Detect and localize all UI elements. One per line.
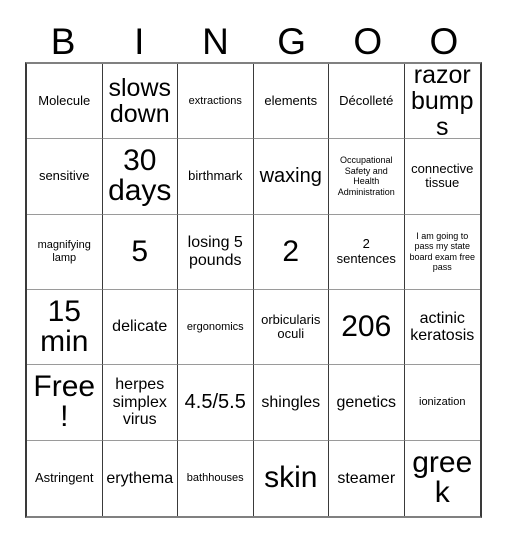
bingo-cell-r5-c5[interactable]: genetics: [329, 365, 405, 441]
bingo-cell-label: connective tissue: [411, 160, 474, 191]
bingo-cell-label: elements: [264, 92, 318, 108]
bingo-cell-label: herpes simplex virus: [112, 376, 167, 429]
bingo-cell-r4-c5[interactable]: 206: [329, 290, 405, 366]
bingo-cell-r4-c2[interactable]: delicate: [102, 290, 178, 366]
bingo-cell-r1-c5[interactable]: Décolleté: [329, 64, 405, 140]
bingo-header-letter-4: O: [353, 21, 383, 62]
bingo-cell-r6-c2[interactable]: erythema: [102, 440, 178, 516]
bingo-cell-label: waxing: [259, 164, 322, 187]
bingo-cell-r1-c6[interactable]: razor bumps: [404, 64, 480, 140]
bingo-cell-label: Occupational Safety and Health Administr…: [337, 155, 395, 198]
bingo-cell-label: ergonomics: [186, 320, 244, 333]
bingo-cell-r2-c2[interactable]: 30 days: [102, 139, 178, 215]
bingo-cell-r3-c2[interactable]: 5: [102, 214, 178, 290]
bingo-cell-r1-c2[interactable]: slows down: [102, 64, 178, 140]
bingo-cell-r4-c1[interactable]: 15 min: [27, 290, 103, 366]
bingo-cell-r3-c4[interactable]: 2: [253, 214, 329, 290]
bingo-header-letter-0: B: [50, 21, 76, 62]
bingo-cell-label: actinic keratosis: [410, 309, 475, 345]
bingo-cell-r1-c3[interactable]: extractions: [178, 64, 254, 140]
bingo-cell-label: slows down: [108, 73, 171, 129]
bingo-cell-r5-c4[interactable]: shingles: [253, 365, 329, 441]
bingo-cell-r3-c1[interactable]: magnifying lamp: [27, 214, 103, 290]
bingo-cell-r3-c5[interactable]: 2 sentences: [329, 214, 405, 290]
bingo-card: B I N G O O Molecule slows down extractions elem…: [0, 0, 506, 544]
bingo-cell-label: 206: [341, 309, 392, 343]
bingo-cell-label: magnifying lamp: [37, 239, 91, 264]
bingo-cell-r6-c4[interactable]: skin: [253, 440, 329, 516]
bingo-cell-label: Free!: [33, 369, 96, 434]
bingo-cell-label: delicate: [112, 318, 168, 336]
bingo-grid: Molecule slows down extractions elements Déc…: [25, 62, 482, 518]
bingo-cell-label: 2 sentences: [336, 236, 396, 266]
bingo-cell-r4-c4[interactable]: orbicularis oculi: [253, 290, 329, 366]
bingo-cell-r3-c6[interactable]: I am going to pass my state board exam f…: [404, 214, 480, 290]
bingo-cell-label: bathhouses: [186, 472, 244, 484]
bingo-cell-r2-c4[interactable]: waxing: [253, 139, 329, 215]
bingo-cell-r6-c6[interactable]: greek: [404, 440, 480, 516]
bingo-cell-label: genetics: [336, 393, 397, 411]
bingo-cell-r5-c1[interactable]: Free!: [27, 365, 103, 441]
bingo-cell-label: ionization: [419, 396, 466, 409]
bingo-cell-r5-c3[interactable]: 4.5/5.5: [178, 365, 254, 441]
bingo-header-letter-5: O: [429, 21, 459, 62]
bingo-cell-r2-c3[interactable]: birthmark: [178, 139, 254, 215]
bingo-cell-label: Décolleté: [339, 92, 394, 108]
bingo-cell-label: I am going to pass my state board exam f…: [409, 230, 476, 273]
bingo-cell-label: 2: [282, 234, 300, 268]
bingo-cell-label: greek: [412, 445, 473, 510]
bingo-cell-r3-c3[interactable]: losing 5 pounds: [178, 214, 254, 290]
bingo-cell-r1-c1[interactable]: Molecule: [27, 64, 103, 140]
bingo-cell-r6-c5[interactable]: steamer: [329, 440, 405, 516]
bingo-cell-label: razor bumps: [410, 64, 474, 140]
bingo-cell-label: steamer: [337, 469, 396, 487]
bingo-cell-r6-c3[interactable]: bathhouses: [178, 440, 254, 516]
bingo-cell-label: birthmark: [188, 168, 243, 184]
bingo-cell-r5-c6[interactable]: ionization: [404, 365, 480, 441]
bingo-cell-label: 15 min: [40, 294, 89, 359]
bingo-header-letter-2: N: [202, 21, 229, 62]
bingo-cell-label: orbicularis oculi: [261, 311, 321, 342]
bingo-cell-r2-c6[interactable]: connective tissue: [404, 139, 480, 215]
bingo-cell-r2-c1[interactable]: sensitive: [27, 139, 103, 215]
bingo-cell-label: shingles: [261, 393, 321, 411]
bingo-cell-label: losing 5 pounds: [187, 234, 243, 269]
bingo-cell-label: sensitive: [38, 168, 90, 184]
bingo-cell-label: skin: [264, 461, 318, 495]
bingo-header-letter-1: I: [134, 21, 145, 62]
bingo-header-letter-3: G: [277, 21, 306, 62]
bingo-cell-r2-c5[interactable]: Occupational Safety and Health Administr…: [329, 139, 405, 215]
bingo-cell-label: erythema: [106, 469, 174, 487]
bingo-header-row: BINGOO: [25, 10, 482, 62]
bingo-cell-label: Molecule: [38, 92, 91, 108]
bingo-cell-r5-c2[interactable]: herpes simplex virus: [102, 365, 178, 441]
bingo-cell-r4-c3[interactable]: ergonomics: [178, 290, 254, 366]
bingo-cell-r4-c6[interactable]: actinic keratosis: [404, 290, 480, 366]
bingo-cell-label: 5: [131, 234, 149, 268]
bingo-cell-label: 4.5/5.5: [184, 390, 246, 413]
bingo-cell-label: 30 days: [108, 143, 172, 208]
bingo-cell-label: extractions: [188, 94, 242, 107]
bingo-cell-r6-c1[interactable]: Astringent: [27, 440, 103, 516]
bingo-cell-r1-c4[interactable]: elements: [253, 64, 329, 140]
bingo-cell-label: Astringent: [34, 470, 94, 486]
